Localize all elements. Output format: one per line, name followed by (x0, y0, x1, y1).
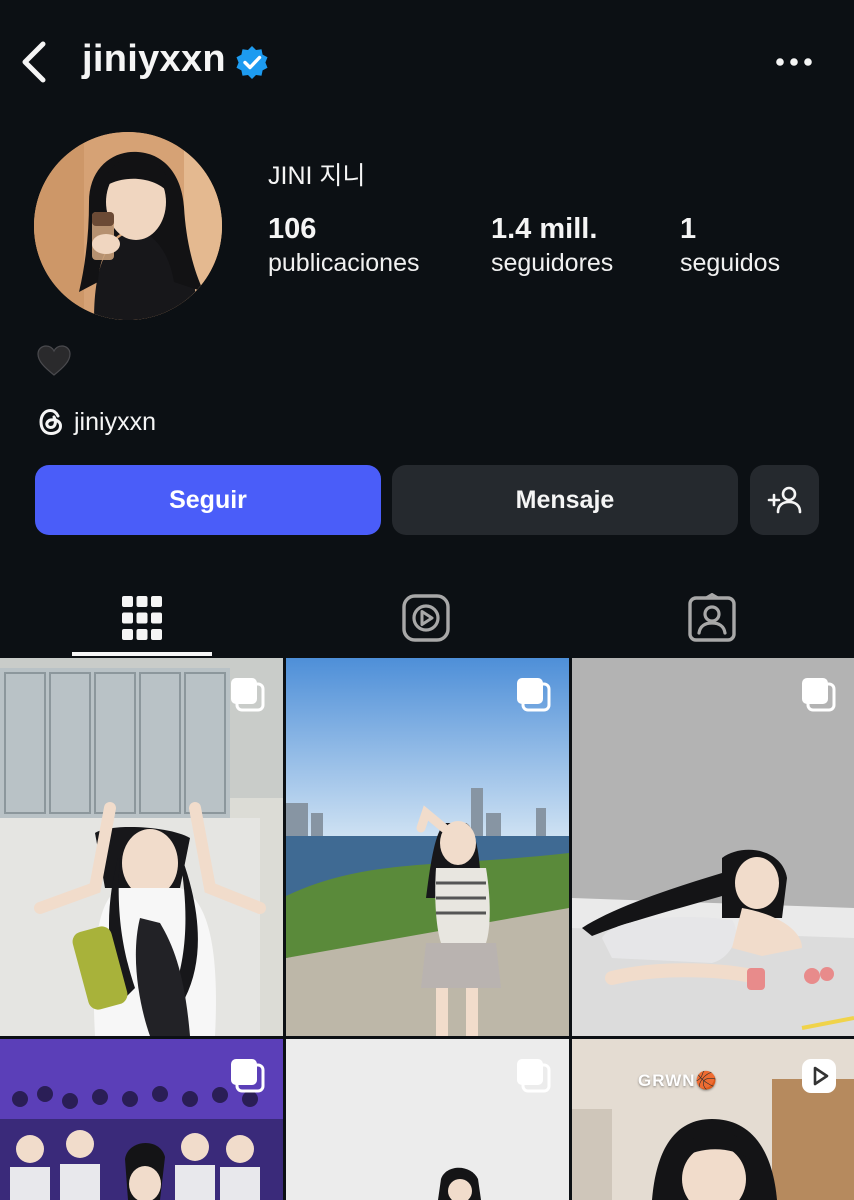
stat-following[interactable]: 1 seguidos (680, 212, 780, 280)
post-thumbnail-1[interactable] (0, 658, 283, 1036)
active-tab-indicator (72, 652, 212, 656)
stat-followers[interactable]: 1.4 mill. seguidores (491, 212, 613, 280)
reel-caption-overlay: GRWN🏀 (638, 1071, 718, 1090)
carousel-icon (231, 1059, 265, 1093)
chevron-left-icon (22, 41, 46, 83)
more-options-button[interactable] (772, 48, 816, 76)
follow-button-label: Seguir (169, 485, 247, 514)
threads-link[interactable]: jiniyxxn (36, 406, 156, 438)
tab-tagged[interactable] (642, 578, 782, 658)
tab-reels[interactable] (356, 578, 496, 658)
carousel-icon (517, 1059, 551, 1093)
stat-posts-value: 106 (268, 213, 317, 245)
more-horizontal-icon (776, 58, 812, 66)
threads-icon (39, 408, 63, 436)
carousel-icon (802, 678, 836, 712)
post-image-2 (286, 658, 569, 1036)
tab-posts-grid[interactable] (72, 578, 212, 658)
post-thumbnail-2[interactable] (286, 658, 569, 1036)
post-thumbnail-4[interactable] (0, 1039, 283, 1200)
post-thumbnail-6[interactable]: GRWN🏀 (572, 1039, 854, 1200)
threads-handle: jiniyxxn (74, 407, 156, 436)
post-thumbnail-3[interactable] (572, 658, 854, 1036)
stat-followers-label: seguidores (491, 249, 614, 277)
profile-display-name: JINI 지니 (268, 162, 366, 190)
back-button[interactable] (16, 40, 52, 84)
reel-play-icon (802, 1059, 836, 1093)
grid-icon (122, 596, 162, 640)
stat-followers-value: 1.4 mill. (491, 213, 598, 245)
message-button-label: Mensaje (515, 485, 615, 514)
black-heart-icon (37, 345, 71, 376)
tagged-icon (688, 593, 736, 642)
post-thumbnail-5[interactable] (286, 1039, 569, 1200)
message-button[interactable]: Mensaje (392, 465, 738, 535)
stat-following-label: seguidos (680, 249, 781, 277)
post-image-1 (0, 658, 283, 1036)
stat-following-value: 1 (680, 213, 697, 245)
verified-badge-icon (236, 46, 268, 79)
avatar-photo (34, 132, 222, 320)
reels-icon (402, 594, 450, 642)
stat-posts: 106 publicaciones (268, 212, 420, 280)
carousel-icon (517, 678, 551, 712)
profile-avatar[interactable] (34, 132, 222, 320)
post-image-3 (572, 658, 854, 1036)
suggested-accounts-button[interactable] (750, 465, 819, 535)
profile-username: jiniyxxn (82, 38, 226, 80)
stat-posts-label: publicaciones (268, 249, 420, 277)
add-person-icon (767, 486, 801, 514)
carousel-icon (231, 678, 265, 712)
follow-button[interactable]: Seguir (35, 465, 381, 535)
